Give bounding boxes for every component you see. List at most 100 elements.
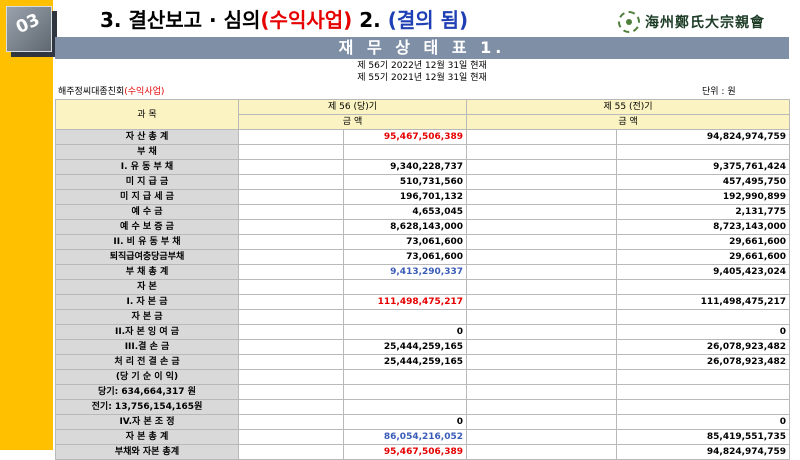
current-amount-cell: [342, 369, 468, 385]
row-label: 미 지 급 금: [55, 174, 239, 190]
previous-subtotal-cell: [466, 339, 618, 355]
row-label: 자 본: [55, 279, 239, 295]
row-label: 부 채: [55, 144, 239, 160]
current-subtotal-cell: [238, 219, 344, 235]
table-row: 자 본: [55, 279, 791, 295]
previous-subtotal-cell: [466, 309, 618, 325]
table-row: 퇴직급여충당금부채 73,061,600 29,661,600: [55, 249, 791, 265]
current-subtotal-cell: [238, 234, 344, 250]
previous-amount-cell: [616, 144, 791, 160]
row-label: I. 자 본 금: [55, 294, 239, 310]
previous-amount-cell: [616, 369, 791, 385]
current-subtotal-cell: [238, 309, 344, 325]
previous-subtotal-cell: [466, 279, 618, 295]
current-subtotal-cell: [238, 174, 344, 190]
row-label: 부 채 총 계: [55, 264, 239, 280]
current-amount-cell: 95,467,506,389: [342, 444, 468, 460]
previous-amount-cell: [616, 309, 791, 325]
slide-number-badge: 03: [6, 6, 60, 56]
current-amount-cell: 9,340,228,737: [342, 159, 468, 175]
row-label: 전기: 13,756,154,165원: [55, 399, 239, 415]
current-amount-cell: [342, 399, 468, 415]
previous-subtotal-cell: [466, 204, 618, 220]
table-row: 예 수 금 4,653,045 2,131,775: [55, 204, 791, 220]
table-row: 처 리 전 결 손 금 25,444,259,165 26,078,923,482: [55, 354, 791, 370]
table-row: (당 기 순 이 익): [55, 369, 791, 385]
table-row: 전기: 13,756,154,165원: [55, 399, 791, 415]
current-amount-cell: 196,701,132: [342, 189, 468, 205]
previous-amount-cell: 26,078,923,482: [616, 354, 791, 370]
current-subtotal-cell: [238, 339, 344, 355]
previous-subtotal-cell: [466, 234, 618, 250]
previous-amount-cell: 29,661,600: [616, 249, 791, 265]
table-row: III.결 손 금 25,444,259,165 26,078,923,482: [55, 339, 791, 355]
unit-label: 단위 : 원: [702, 87, 736, 97]
row-label: 미 지 급 세 금: [55, 189, 239, 205]
previous-amount-cell: 29,661,600: [616, 234, 791, 250]
current-amount-cell: 9,413,290,337: [342, 264, 468, 280]
previous-amount-cell: 192,990,899: [616, 189, 791, 205]
previous-subtotal-cell: [466, 249, 618, 265]
table-row: II. 비 유 동 부 채 73,061,600 29,661,600: [55, 234, 791, 250]
table-body: 자 산 총 계 95,467,506,389 94,824,974,759 부 채 I.…: [55, 129, 791, 460]
table-row: 자 본 금: [55, 309, 791, 325]
current-subtotal-cell: [238, 369, 344, 385]
previous-amount-cell: 457,495,750: [616, 174, 791, 190]
previous-amount-cell: 9,405,423,024: [616, 264, 791, 280]
current-subtotal-cell: [238, 279, 344, 295]
previous-subtotal-cell: [466, 384, 618, 400]
current-subtotal-cell: [238, 354, 344, 370]
row-label: III.결 손 금: [55, 339, 239, 355]
header-item: 과 목: [55, 99, 239, 130]
table-row: II.자 본 잉 여 금 0 0: [55, 324, 791, 340]
header-current-amount: 금 액: [237, 114, 468, 130]
org-highlight: (수익사업): [124, 87, 165, 97]
title-highlight: (수익사업): [260, 8, 353, 32]
current-amount-cell: [342, 144, 468, 160]
previous-subtotal-cell: [466, 294, 618, 310]
previous-subtotal-cell: [466, 324, 618, 340]
current-amount-cell: [342, 309, 468, 325]
previous-amount-cell: 8,723,143,000: [616, 219, 791, 235]
title-status: (결의 됨): [387, 8, 469, 32]
current-amount-cell: 95,467,506,389: [342, 129, 468, 145]
current-subtotal-cell: [238, 384, 344, 400]
table-row: I. 자 본 금 111,498,475,217 111,498,475,217: [55, 294, 791, 310]
previous-subtotal-cell: [466, 144, 618, 160]
header-current-period: 제 56 (당)기: [237, 99, 468, 115]
previous-amount-cell: [616, 399, 791, 415]
title-mid: 2.: [352, 8, 388, 32]
previous-subtotal-cell: [466, 264, 618, 280]
row-label: 예 수 금: [55, 204, 239, 220]
previous-amount-cell: [616, 384, 791, 400]
previous-subtotal-cell: [466, 354, 618, 370]
current-amount-cell: [342, 384, 468, 400]
previous-subtotal-cell: [466, 219, 618, 235]
previous-subtotal-cell: [466, 159, 618, 175]
previous-subtotal-cell: [466, 429, 618, 445]
table-row: 자 산 총 계 95,467,506,389 94,824,974,759: [55, 129, 791, 145]
table-row: 부채와 자본 총계 95,467,506,389 94,824,974,759: [55, 444, 791, 460]
current-amount-cell: 510,731,560: [342, 174, 468, 190]
previous-subtotal-cell: [466, 399, 618, 415]
clan-emblem-icon: [618, 11, 640, 33]
current-subtotal-cell: [238, 429, 344, 445]
current-subtotal-cell: [238, 399, 344, 415]
current-subtotal-cell: [238, 159, 344, 175]
current-subtotal-cell: [238, 444, 344, 460]
row-label: II. 비 유 동 부 채: [55, 234, 239, 250]
table-row: 부 채: [55, 144, 791, 160]
current-subtotal-cell: [238, 324, 344, 340]
clan-name: 海州鄭氏大宗親會: [645, 15, 765, 31]
current-amount-cell: 8,628,143,000: [342, 219, 468, 235]
row-label: 자 본 금: [55, 309, 239, 325]
previous-amount-cell: 0: [616, 324, 791, 340]
row-label: 자 산 총 계: [55, 129, 239, 145]
header-previous-amount: 금 액: [466, 114, 791, 130]
row-label: 부채와 자본 총계: [55, 444, 239, 460]
current-amount-cell: 73,061,600: [342, 249, 468, 265]
current-subtotal-cell: [238, 294, 344, 310]
row-label: II.자 본 잉 여 금: [55, 324, 239, 340]
current-subtotal-cell: [238, 189, 344, 205]
previous-subtotal-cell: [466, 189, 618, 205]
